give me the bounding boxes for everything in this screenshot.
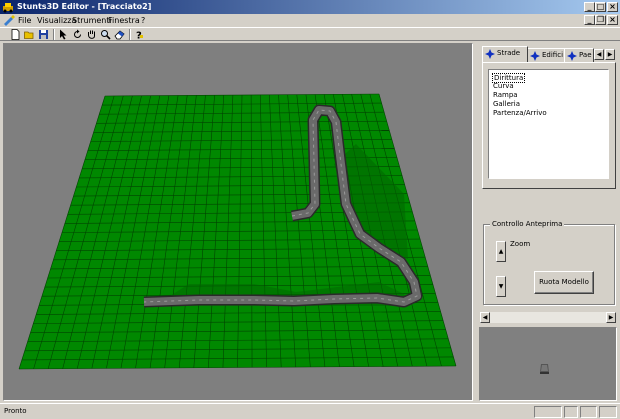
app-icon <box>3 3 13 13</box>
building-cross-icon <box>530 51 540 61</box>
zoom-magnifier-icon[interactable] <box>100 29 111 40</box>
mdi-restore-button[interactable]: ❐ <box>595 15 606 25</box>
rotate-icon[interactable] <box>72 29 83 40</box>
status-pane <box>564 406 578 418</box>
minimize-button[interactable]: _ <box>584 2 595 12</box>
tab-scroll-right-button[interactable]: ▶ <box>605 49 615 60</box>
tab-label: Pae <box>579 51 592 59</box>
status-pane <box>580 406 597 418</box>
tab-paesaggio[interactable]: Pae <box>564 48 594 62</box>
toolbar-separator <box>129 29 131 40</box>
road-cross-icon <box>485 49 495 59</box>
scroll-left-arrow[interactable]: ◀ <box>480 312 490 323</box>
preview-control-group: Controllo Anteprima ▲ ▼ Zoom Ruota Model… <box>483 220 615 305</box>
list-item-rampa[interactable]: Rampa <box>493 91 518 99</box>
menu-finestra[interactable]: Finestra <box>108 16 140 25</box>
mdi-minimize-button[interactable]: _ <box>584 15 595 25</box>
menu-strumenti[interactable]: Strumenti <box>72 16 112 25</box>
terrain-scene[interactable] <box>4 44 473 401</box>
tab-edifici[interactable]: Edifici <box>527 48 565 62</box>
3d-viewport[interactable] <box>3 43 473 401</box>
rotate-model-button[interactable]: Ruota Modello <box>534 271 594 294</box>
toolbar: ? <box>0 27 620 41</box>
menu-bar: File Visualizza Strumenti Finestra ? _ ❐… <box>0 14 620 27</box>
panel-horizontal-scrollbar[interactable]: ◀ ▶ <box>480 312 616 323</box>
open-folder-icon[interactable] <box>24 29 35 40</box>
road-piece-list[interactable]: Dirittura Curva Rampa Galleria Partenza/… <box>488 69 609 179</box>
tab-scroll-left-button[interactable]: ◀ <box>594 49 604 60</box>
status-pane <box>599 406 617 418</box>
close-button[interactable]: × <box>607 2 618 12</box>
tab-strade[interactable]: Strade <box>482 46 528 62</box>
title-bar[interactable]: Stunts3D Editor - [Tracciato2] _ □ × <box>0 0 620 14</box>
pointer-arrow-icon[interactable] <box>58 29 69 40</box>
menu-file[interactable]: File <box>18 16 31 25</box>
object-panel: Strade Edifici Pae ◀ ▶ Dirittura Curva R… <box>479 43 617 325</box>
maximize-button[interactable]: □ <box>595 2 606 12</box>
zoom-up-button[interactable]: ▲ <box>496 241 506 262</box>
landscape-cross-icon <box>567 51 577 61</box>
toolbar-separator <box>53 29 55 40</box>
new-document-icon[interactable] <box>10 29 21 40</box>
list-item-curva[interactable]: Curva <box>493 82 514 90</box>
zoom-down-button[interactable]: ▼ <box>496 276 506 297</box>
status-bar: Pronto <box>0 403 620 419</box>
save-disk-icon[interactable] <box>38 29 49 40</box>
status-pane <box>534 406 562 418</box>
mdi-close-button[interactable]: × <box>607 15 618 25</box>
tab-label: Strade <box>497 49 521 57</box>
document-icon[interactable] <box>3 15 15 26</box>
scroll-right-arrow[interactable]: ▶ <box>606 312 616 323</box>
status-text: Pronto <box>4 407 27 415</box>
eraser-icon[interactable] <box>114 29 125 40</box>
tab-label: Edifici <box>542 51 564 59</box>
model-preview[interactable] <box>479 327 617 401</box>
group-title: Controllo Anteprima <box>490 220 565 228</box>
menu-visualizza[interactable]: Visualizza <box>37 16 76 25</box>
zoom-label: Zoom <box>510 240 531 248</box>
hand-pan-icon[interactable] <box>86 29 97 40</box>
preview-road-piece <box>540 364 549 374</box>
menu-help[interactable]: ? <box>141 16 145 25</box>
help-question-icon[interactable]: ? <box>134 29 145 40</box>
list-item-galleria[interactable]: Galleria <box>493 100 520 108</box>
list-item-partenza-arrivo[interactable]: Partenza/Arrivo <box>493 109 547 117</box>
window-title: Stunts3D Editor - [Tracciato2] <box>17 2 152 11</box>
